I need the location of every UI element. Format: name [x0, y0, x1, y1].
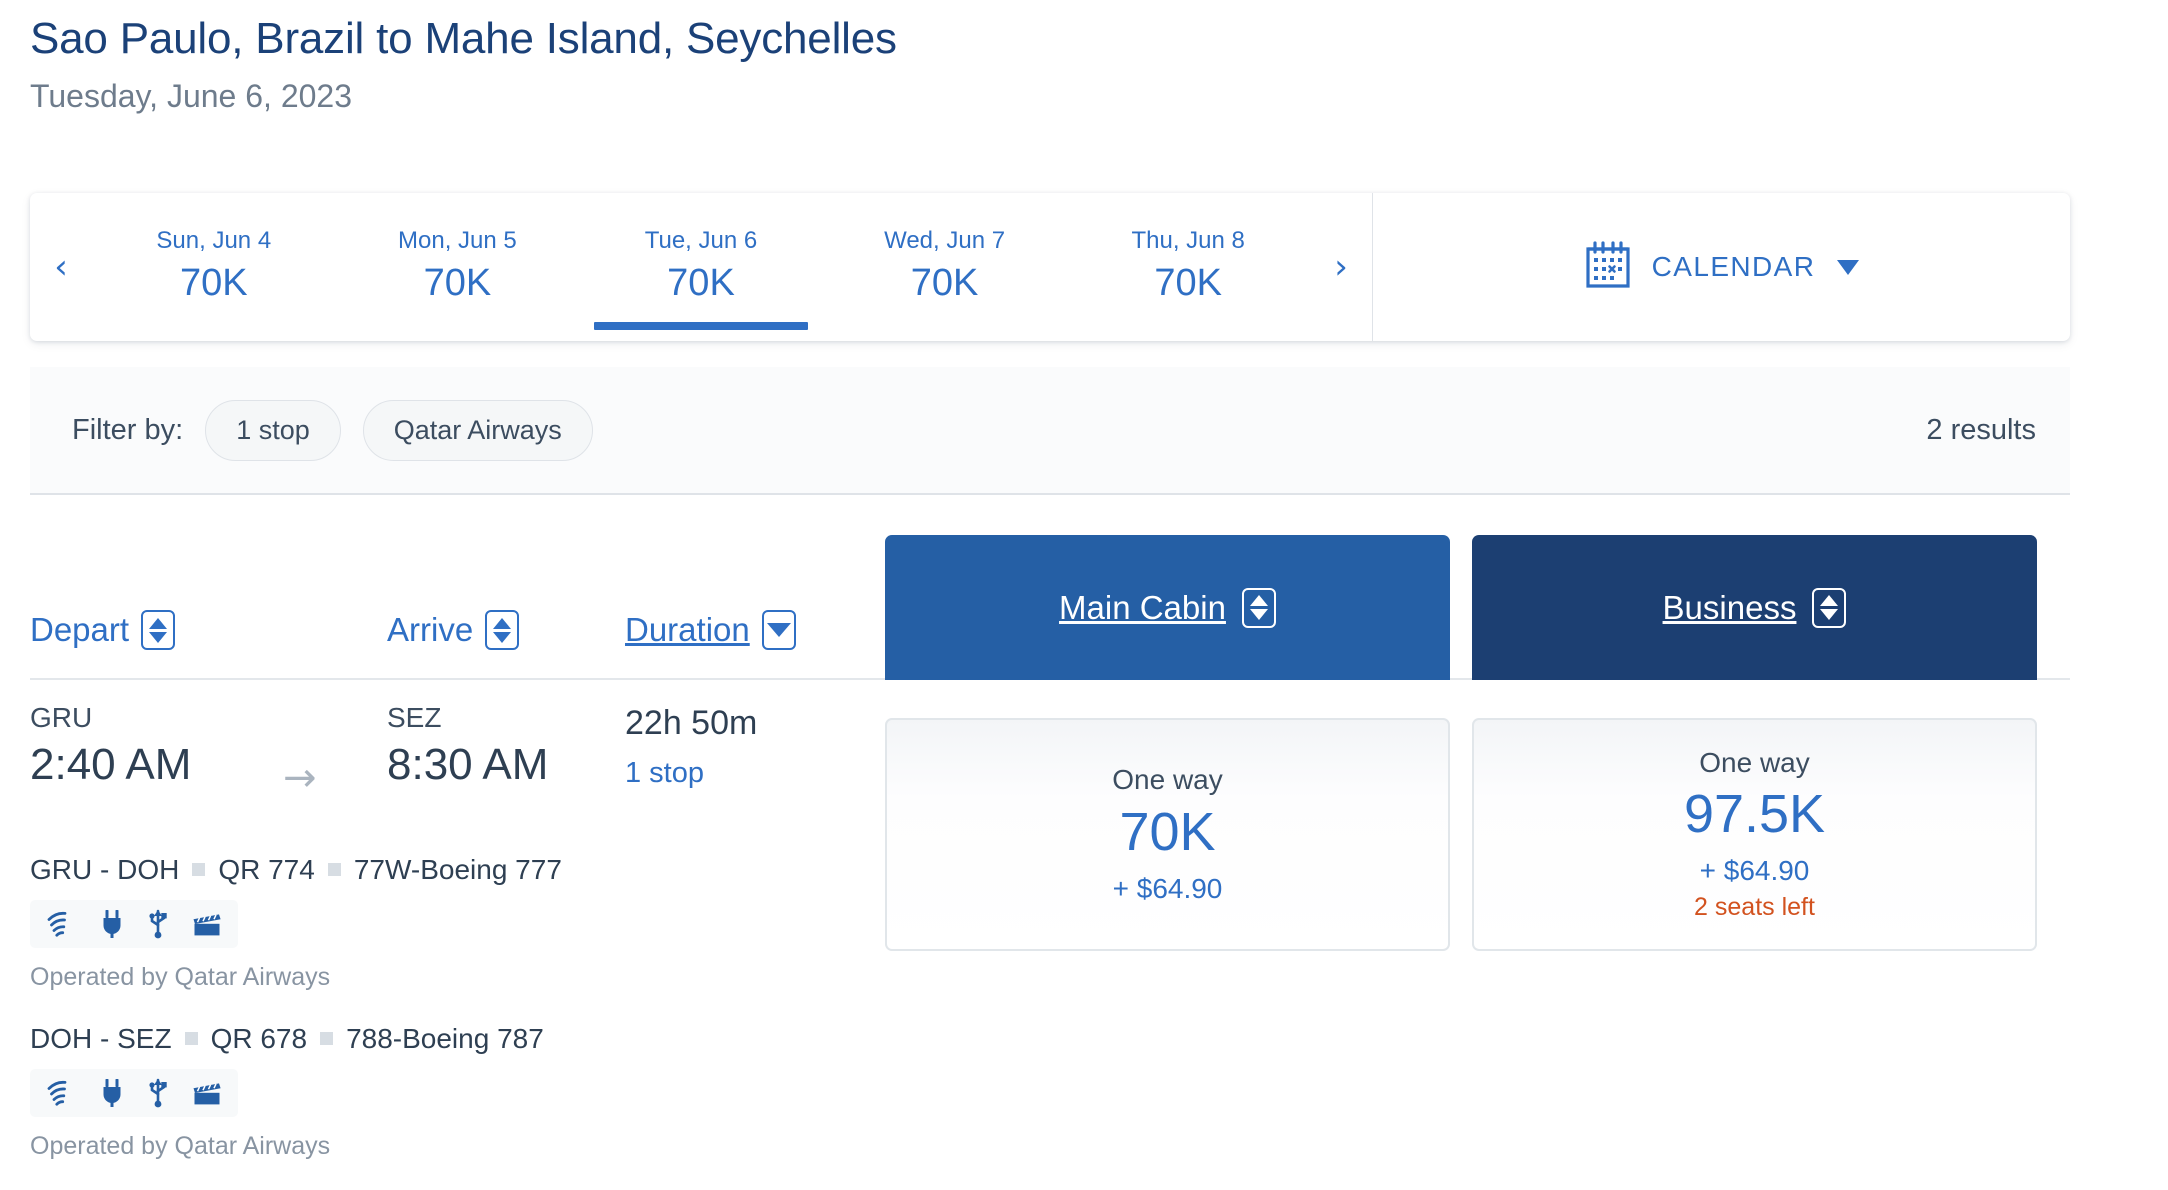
date-cell-price: 70K [179, 261, 248, 304]
flight-duration: 22h 50m [625, 704, 758, 742]
amenities-bar [30, 1069, 238, 1118]
depart-time: 2:40 AM [30, 740, 192, 789]
sort-updown-icon [485, 610, 520, 650]
separator-dot-icon [192, 863, 206, 876]
sort-duration[interactable]: Duration [625, 610, 796, 650]
depart-block: GRU 2:40 AM [30, 700, 191, 792]
amenities-bar [30, 900, 238, 948]
entertainment-icon [192, 911, 222, 937]
calendar-icon [1584, 240, 1632, 295]
date-cell-label: Sun, Jun 4 [156, 226, 272, 254]
column-header-main-cabin[interactable]: Main Cabin [885, 535, 1450, 680]
separator-dot-icon [184, 1032, 198, 1046]
sort-updown-icon [141, 610, 176, 650]
column-header-business[interactable]: Business [1472, 535, 2037, 680]
segment-route: DOH - SEZ [30, 1023, 172, 1055]
segment-spacer [30, 993, 870, 1021]
filter-bar: Filter by: 1 stop Qatar Airways 2 result… [30, 367, 2070, 495]
segment-details-line: DOH - SEZ QR 678 788-Boeing 787 [30, 1021, 870, 1056]
wifi-icon [46, 1080, 78, 1106]
date-cell-price: 70K [667, 261, 735, 304]
date-cell-price: 70K [1154, 261, 1222, 304]
chevron-down-icon [1837, 259, 1860, 275]
entertainment-icon [192, 1080, 222, 1106]
sort-duration-label: Duration [625, 611, 750, 648]
depart-airport-code: GRU [30, 702, 93, 733]
segment-aircraft: 77W-Boeing 777 [353, 854, 562, 885]
fare-cash: + $64.90 [1112, 872, 1223, 904]
fare-card-main-cabin[interactable]: One way 70K + $64.90 [885, 718, 1450, 951]
separator-dot-icon [327, 863, 341, 876]
arrive-time: 8:30 AM [387, 740, 549, 789]
fare-trip-type: One way [1699, 746, 1810, 778]
power-plug-icon [100, 1079, 124, 1108]
date-strip: ‹ Sun, Jun 4 70K Mon, Jun 5 70K Tue, Jun… [30, 193, 1372, 341]
date-cell-price: 70K [910, 261, 979, 304]
sort-updown-icon [1241, 587, 1276, 628]
stops-link[interactable]: 1 stop [625, 757, 757, 790]
date-cell-wed-jun-7[interactable]: Wed, Jun 7 70K [823, 193, 1067, 341]
flight-segment: GRU - DOH QR 774 77W-Boeing 777 Operated… [30, 852, 870, 993]
prev-dates-button[interactable]: ‹ [30, 250, 92, 284]
arrow-right-icon: → [283, 755, 317, 801]
sort-depart-label: Depart [30, 611, 130, 648]
page-title: Sao Paulo, Brazil to Mahe Island, Seyche… [30, 14, 897, 63]
sort-depart[interactable]: Depart [30, 610, 176, 650]
page-subtitle-date: Tuesday, June 6, 2023 [30, 78, 352, 115]
date-cell-label: Mon, Jun 5 [398, 226, 517, 254]
calendar-toggle[interactable]: CALENDAR [1373, 193, 2070, 341]
separator-dot-icon [320, 1032, 334, 1046]
usb-icon [146, 909, 170, 939]
date-cell-list: Sun, Jun 4 70K Mon, Jun 5 70K Tue, Jun 6… [92, 193, 1310, 341]
duration-block: 22h 50m 1 stop [625, 702, 757, 790]
segment-aircraft: 788-Boeing 787 [346, 1023, 544, 1055]
flight-segments: GRU - DOH QR 774 77W-Boeing 777 Operated… [30, 852, 870, 1163]
segment-route: GRU - DOH [30, 854, 180, 885]
segment-flight-number: QR 678 [210, 1023, 308, 1055]
arrive-airport-code: SEZ [387, 702, 442, 733]
fare-cash: + $64.90 [1699, 855, 1810, 887]
fare-miles: 97.5K [1683, 784, 1826, 845]
date-cell-label: Wed, Jun 7 [884, 226, 1006, 254]
filter-by-label: Filter by: [72, 413, 184, 446]
sort-arrive[interactable]: Arrive [387, 610, 520, 650]
operated-by: Operated by Qatar Airways [30, 1132, 331, 1161]
sort-arrive-label: Arrive [387, 611, 474, 648]
date-cell-mon-jun-5[interactable]: Mon, Jun 5 70K [336, 193, 580, 341]
sort-updown-icon [1812, 587, 1847, 628]
page-header: Sao Paulo, Brazil to Mahe Island, Seyche… [0, 0, 2168, 116]
usb-icon [146, 1078, 170, 1108]
seats-left-badge: 2 seats left [1694, 893, 1815, 922]
date-cell-tue-jun-6[interactable]: Tue, Jun 6 70K [579, 193, 823, 341]
business-label: Business [1662, 588, 1797, 626]
arrive-block: SEZ 8:30 AM [387, 700, 548, 792]
calendar-label: CALENDAR [1651, 251, 1816, 282]
date-cell-label: Thu, Jun 8 [1131, 226, 1245, 254]
sort-header-row: Depart Arrive Duration Main Cabin Busine… [30, 535, 2070, 680]
date-cell-thu-jun-8[interactable]: Thu, Jun 8 70K [1066, 193, 1310, 341]
next-dates-button[interactable]: › [1310, 250, 1372, 284]
segment-details-line: GRU - DOH QR 774 77W-Boeing 777 [30, 852, 870, 887]
date-cell-label: Tue, Jun 6 [644, 226, 758, 254]
date-cell-sun-jun-4[interactable]: Sun, Jun 4 70K [92, 193, 336, 341]
filter-chip-airline[interactable]: Qatar Airways [362, 399, 593, 461]
power-plug-icon [100, 910, 124, 938]
main-cabin-label: Main Cabin [1059, 588, 1226, 626]
date-cell-price: 70K [423, 261, 492, 304]
date-strip-card: ‹ Sun, Jun 4 70K Mon, Jun 5 70K Tue, Jun… [30, 193, 2070, 341]
flight-segment: DOH - SEZ QR 678 788-Boeing 787 Operated… [30, 1021, 870, 1162]
results-count: 2 results [1926, 413, 2036, 446]
fare-miles: 70K [1119, 801, 1216, 862]
fare-card-business[interactable]: One way 97.5K + $64.90 2 seats left [1472, 718, 2037, 951]
fare-trip-type: One way [1112, 764, 1223, 796]
operated-by: Operated by Qatar Airways [30, 963, 331, 991]
sort-down-icon [761, 610, 796, 650]
wifi-icon [46, 911, 78, 937]
filter-chip-stops[interactable]: 1 stop [205, 399, 341, 461]
segment-flight-number: QR 774 [218, 854, 315, 885]
